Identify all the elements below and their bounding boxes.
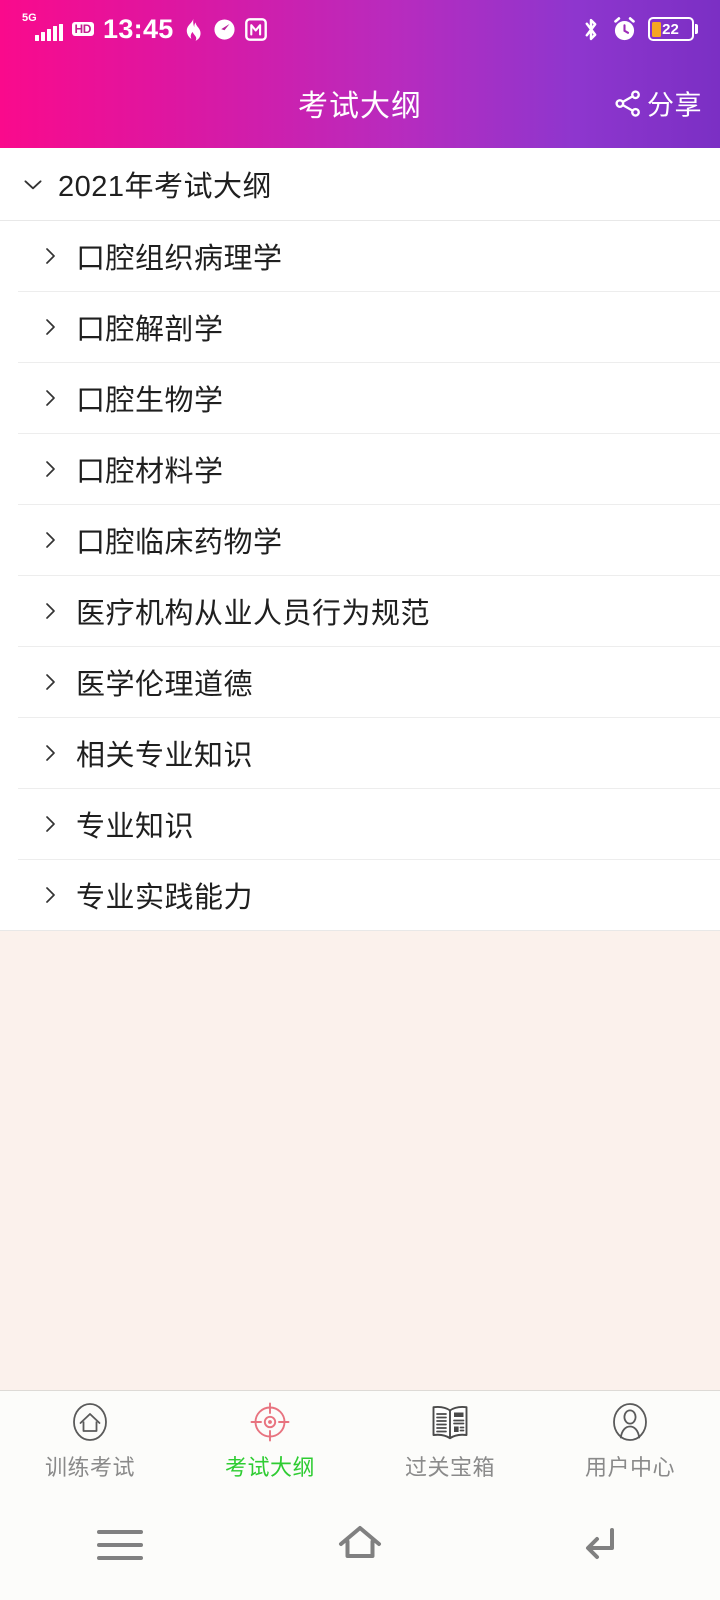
outline-item-0[interactable]: 口腔组织病理学 bbox=[0, 220, 720, 291]
share-icon bbox=[613, 88, 643, 118]
outline-item-label: 相关专业知识 bbox=[76, 739, 254, 772]
chevron-right-icon bbox=[38, 599, 62, 623]
outline-item-label: 口腔材料学 bbox=[76, 455, 224, 488]
hd-icon: HD bbox=[71, 21, 95, 37]
tab-exam-outline[interactable]: 考试大纲 bbox=[180, 1391, 360, 1490]
share-button-label: 分享 bbox=[647, 90, 702, 121]
home-button[interactable] bbox=[240, 1522, 480, 1569]
m-app-icon bbox=[244, 17, 267, 41]
outline-item-6[interactable]: 医学伦理道德 bbox=[0, 646, 720, 717]
outline-item-label: 专业知识 bbox=[76, 810, 195, 843]
chevron-right-icon bbox=[38, 457, 62, 481]
target-icon bbox=[247, 1399, 293, 1445]
bluetooth-icon bbox=[581, 17, 601, 42]
chevron-right-icon bbox=[38, 812, 62, 836]
page-title: 考试大纲 bbox=[298, 90, 422, 123]
status-bar-right: 22 bbox=[581, 16, 698, 42]
tab-label: 训练考试 bbox=[44, 1455, 135, 1480]
recents-menu-icon bbox=[97, 1530, 143, 1560]
bottom-tab-bar: 训练考试 考试大纲 过关宝箱 用户中心 bbox=[0, 1390, 720, 1490]
tab-label: 过关宝箱 bbox=[404, 1455, 495, 1480]
outline-item-label: 口腔解剖学 bbox=[76, 313, 224, 346]
recents-button[interactable] bbox=[0, 1530, 240, 1560]
chevron-right-icon bbox=[38, 670, 62, 694]
tab-user-center[interactable]: 用户中心 bbox=[540, 1391, 720, 1490]
home-outline-icon bbox=[334, 1522, 386, 1569]
status-bar-left: 5G HD 13:45 bbox=[22, 13, 267, 44]
outline-item-4[interactable]: 口腔临床药物学 bbox=[0, 504, 720, 575]
outline-item-label: 医疗机构从业人员行为规范 bbox=[76, 597, 431, 630]
home-icon bbox=[68, 1399, 112, 1445]
outline-item-label: 口腔临床药物学 bbox=[76, 526, 283, 559]
outline-list: 2021年考试大纲 口腔组织病理学 口腔解剖学 口腔生物学 口腔材料学 口腔临床… bbox=[0, 148, 720, 931]
outline-item-9[interactable]: 专业实践能力 bbox=[0, 859, 720, 930]
outline-item-5[interactable]: 医疗机构从业人员行为规范 bbox=[0, 575, 720, 646]
outline-item-3[interactable]: 口腔材料学 bbox=[0, 433, 720, 504]
network-type-label: 5G bbox=[22, 12, 37, 24]
signal-bars-icon: 5G bbox=[22, 13, 63, 41]
speedometer-icon bbox=[213, 18, 236, 41]
outline-item-label: 医学伦理道德 bbox=[76, 668, 254, 701]
chevron-right-icon bbox=[38, 883, 62, 907]
user-icon bbox=[608, 1399, 652, 1445]
system-navigation-bar bbox=[0, 1490, 720, 1600]
battery-icon: 22 bbox=[647, 17, 698, 41]
chevron-right-icon bbox=[38, 386, 62, 410]
tab-pass-treasure-box[interactable]: 过关宝箱 bbox=[360, 1391, 540, 1490]
status-bar-clock: 13:45 bbox=[103, 13, 174, 44]
alarm-clock-icon bbox=[612, 16, 637, 42]
back-button[interactable] bbox=[480, 1522, 720, 1569]
chevron-right-icon bbox=[38, 315, 62, 339]
outline-item-2[interactable]: 口腔生物学 bbox=[0, 362, 720, 433]
back-arrow-icon bbox=[576, 1522, 624, 1569]
status-bar: 5G HD 13:45 22 bbox=[0, 0, 720, 58]
chevron-right-icon bbox=[38, 528, 62, 552]
newspaper-icon bbox=[427, 1399, 473, 1445]
phone-screen: 5G HD 13:45 22 考试大纲 分享 2021年考试大纲 口腔组织病理学… bbox=[0, 0, 720, 1600]
tab-label: 考试大纲 bbox=[224, 1455, 315, 1480]
tab-training-exam[interactable]: 训练考试 bbox=[0, 1391, 180, 1490]
chevron-right-icon bbox=[38, 741, 62, 765]
outline-item-label: 专业实践能力 bbox=[76, 881, 254, 914]
outline-group-header[interactable]: 2021年考试大纲 bbox=[0, 148, 720, 220]
outline-group-label: 2021年考试大纲 bbox=[58, 171, 273, 203]
outline-item-8[interactable]: 专业知识 bbox=[0, 788, 720, 859]
battery-percent-label: 22 bbox=[662, 20, 679, 38]
outline-item-7[interactable]: 相关专业知识 bbox=[0, 717, 720, 788]
flame-icon bbox=[183, 16, 204, 42]
share-button[interactable]: 分享 bbox=[613, 84, 702, 123]
chevron-right-icon bbox=[38, 244, 62, 268]
outline-item-1[interactable]: 口腔解剖学 bbox=[0, 291, 720, 362]
app-header: 考试大纲 分享 bbox=[0, 58, 720, 148]
chevron-down-icon bbox=[20, 171, 46, 197]
tab-label: 用户中心 bbox=[584, 1455, 675, 1480]
outline-item-label: 口腔生物学 bbox=[76, 384, 224, 417]
outline-item-label: 口腔组织病理学 bbox=[76, 242, 283, 275]
